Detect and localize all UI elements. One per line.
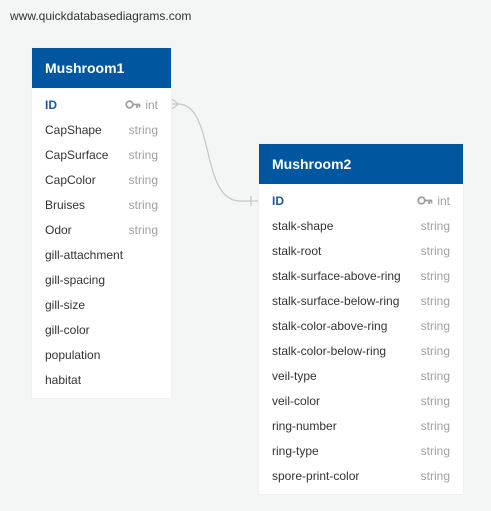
column-name: gill-size xyxy=(45,297,86,312)
table-title: Mushroom1 xyxy=(45,60,125,76)
column-row[interactable]: stalk-color-below-ring string xyxy=(259,338,463,363)
column-row[interactable]: gill-spacing xyxy=(32,267,171,292)
column-row[interactable]: ID int xyxy=(32,92,171,117)
column-name: veil-color xyxy=(272,393,321,408)
column-type-label: int xyxy=(437,193,450,208)
column-type-label: int xyxy=(145,97,158,112)
column-type: string xyxy=(420,268,450,283)
column-row[interactable]: Bruises string xyxy=(32,192,171,217)
column-row[interactable]: ring-number string xyxy=(259,413,463,438)
column-row[interactable]: ring-type string xyxy=(259,438,463,463)
column-name: ring-type xyxy=(272,443,319,458)
table-mushroom1[interactable]: Mushroom1 ID int CapShape string CapSurf… xyxy=(32,48,171,398)
column-row[interactable]: stalk-surface-below-ring string xyxy=(259,288,463,313)
column-type: int xyxy=(417,194,450,208)
column-type: string xyxy=(420,368,450,383)
column-name: stalk-root xyxy=(272,243,322,258)
column-row[interactable]: Odor string xyxy=(32,217,171,242)
column-type: string xyxy=(128,147,158,162)
column-type: string xyxy=(420,218,450,233)
table-mushroom2[interactable]: Mushroom2 ID int stalk-shape string stal… xyxy=(259,144,463,494)
column-name: spore-print-color xyxy=(272,468,360,483)
column-name: Odor xyxy=(45,222,72,237)
column-row[interactable]: gill-color xyxy=(32,317,171,342)
column-name: stalk-surface-above-ring xyxy=(272,268,401,283)
column-type: int xyxy=(125,98,158,112)
column-name: population xyxy=(45,347,101,362)
column-type: string xyxy=(420,293,450,308)
key-icon xyxy=(125,100,141,109)
column-name: habitat xyxy=(45,372,82,387)
column-row[interactable]: veil-type string xyxy=(259,363,463,388)
column-name: stalk-surface-below-ring xyxy=(272,293,400,308)
column-row[interactable]: CapShape string xyxy=(32,117,171,142)
column-name: ID xyxy=(45,97,57,112)
column-row[interactable]: gill-attachment xyxy=(32,242,171,267)
column-type: string xyxy=(128,197,158,212)
column-row[interactable]: veil-color string xyxy=(259,388,463,413)
column-name: gill-color xyxy=(45,322,90,337)
column-row[interactable]: spore-print-color string xyxy=(259,463,463,488)
column-name: gill-spacing xyxy=(45,272,106,287)
column-name: stalk-shape xyxy=(272,218,334,233)
column-row[interactable]: stalk-surface-above-ring string xyxy=(259,263,463,288)
column-name: veil-type xyxy=(272,368,317,383)
column-type: string xyxy=(420,393,450,408)
column-list: ID int CapShape string CapSurface string… xyxy=(32,88,171,398)
column-type: string xyxy=(420,468,450,483)
table-header[interactable]: Mushroom1 xyxy=(32,48,171,88)
column-row[interactable]: CapColor string xyxy=(32,167,171,192)
relationship-line xyxy=(172,103,258,202)
column-name: stalk-color-below-ring xyxy=(272,343,387,358)
column-name: gill-attachment xyxy=(45,247,124,262)
column-name: CapColor xyxy=(45,172,96,187)
column-type: string xyxy=(420,243,450,258)
column-name: ID xyxy=(272,193,284,208)
column-name: Bruises xyxy=(45,197,86,212)
column-type: string xyxy=(420,343,450,358)
column-type: string xyxy=(420,443,450,458)
column-name: CapShape xyxy=(45,122,102,137)
column-type: string xyxy=(420,418,450,433)
column-row[interactable]: ID int xyxy=(259,188,463,213)
column-type: string xyxy=(420,318,450,333)
column-type: string xyxy=(128,172,158,187)
column-name: stalk-color-above-ring xyxy=(272,318,388,333)
column-list: ID int stalk-shape string stalk-root str… xyxy=(259,184,463,494)
column-row[interactable]: CapSurface string xyxy=(32,142,171,167)
key-icon xyxy=(417,196,433,205)
column-row[interactable]: population xyxy=(32,342,171,367)
column-row[interactable]: gill-size xyxy=(32,292,171,317)
column-name: ring-number xyxy=(272,418,337,433)
column-row[interactable]: stalk-shape string xyxy=(259,213,463,238)
column-type: string xyxy=(128,122,158,137)
column-row[interactable]: habitat xyxy=(32,367,171,392)
table-header[interactable]: Mushroom2 xyxy=(259,144,463,184)
column-type: string xyxy=(128,222,158,237)
column-name: CapSurface xyxy=(45,147,109,162)
table-title: Mushroom2 xyxy=(272,156,352,172)
column-row[interactable]: stalk-color-above-ring string xyxy=(259,313,463,338)
column-row[interactable]: stalk-root string xyxy=(259,238,463,263)
